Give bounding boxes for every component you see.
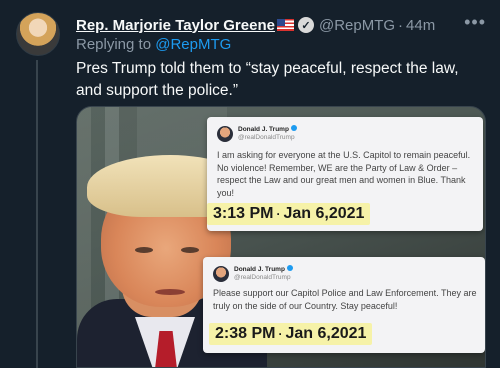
replying-to: Replying to @RepMTG [76, 36, 231, 53]
stamp-date: Jan 6,2021 [283, 205, 365, 222]
tweet-media[interactable]: Donald J. Trump @realDonaldTrump I am as… [76, 106, 486, 368]
timestamp-label-1: 3:13 PM · Jan 6,2021 [207, 203, 371, 225]
card-names: Donald J. Trump @realDonaldTrump [238, 125, 297, 142]
author-display-name[interactable]: Rep. Marjorie Taylor Greene [76, 17, 275, 34]
card-avatar [213, 265, 229, 282]
card-verified-icon [290, 125, 297, 131]
more-icon[interactable]: ••• [464, 13, 486, 31]
tweet-header: Rep. Marjorie Taylor Greene ✓ @RepMTG · … [76, 13, 486, 36]
card-name: Donald J. Trump [238, 126, 289, 133]
timestamp-label-2: 2:38 PM · Jan 6,2021 [209, 323, 373, 345]
thread-line [36, 60, 38, 368]
card-text: Please support our Capitol Police and La… [213, 288, 477, 311]
card-names: Donald J. Trump @realDonaldTrump [234, 265, 293, 282]
card-verified-icon [286, 265, 293, 271]
stamp-date: Jan 6,2021 [285, 325, 367, 342]
verified-icon: ✓ [297, 17, 314, 33]
stamp-time: 3:13 PM [213, 205, 274, 222]
left-eye [135, 247, 153, 253]
reply-handle-link[interactable]: @RepMTG [155, 36, 231, 53]
card-header: Donald J. Trump @realDonaldTrump [217, 125, 297, 142]
stamp-dot: · [278, 327, 283, 341]
card-name: Donald J. Trump [234, 266, 285, 273]
right-eye [181, 247, 199, 253]
card-header: Donald J. Trump @realDonaldTrump [213, 265, 293, 282]
tweet-text: Pres Trump told them to “stay peaceful, … [76, 60, 459, 99]
separator: · [398, 16, 404, 34]
tweet-time[interactable]: 44m [406, 17, 435, 34]
reply-prefix: Replying to [76, 36, 156, 53]
card-text: I am asking for everyone at the U.S. Cap… [217, 150, 471, 198]
card-handle: @realDonaldTrump [238, 134, 295, 141]
author-handle[interactable]: @RepMTG [319, 17, 395, 34]
us-flag-icon [276, 19, 294, 31]
mouth [155, 289, 185, 295]
card-handle: @realDonaldTrump [234, 274, 291, 281]
stamp-dot: · [276, 207, 281, 221]
stamp-time: 2:38 PM [215, 325, 276, 342]
card-avatar [217, 125, 233, 142]
avatar[interactable] [16, 12, 60, 56]
